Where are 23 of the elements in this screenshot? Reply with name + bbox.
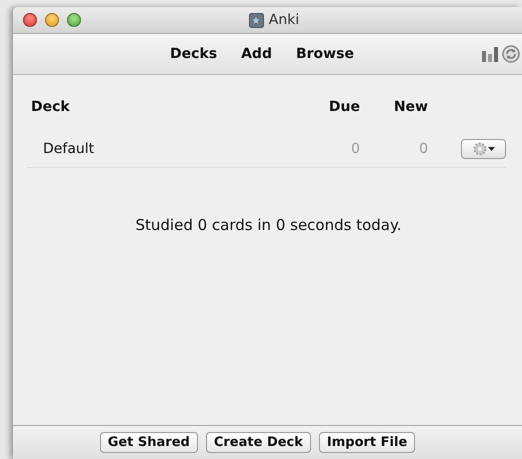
deck-options-button[interactable] (461, 139, 506, 159)
toolbar-link[interactable]: Browse (296, 46, 354, 62)
toolbar-link[interactable]: Add (241, 46, 272, 62)
close-button[interactable] (23, 13, 37, 27)
toolbar-link[interactable]: Decks (170, 46, 218, 62)
column-header: Due (328, 99, 361, 115)
footer-button[interactable]: Import File (318, 432, 416, 453)
gear-icon (472, 142, 486, 156)
app-icon (248, 12, 264, 28)
footer-button[interactable]: Get Shared (100, 432, 198, 453)
caret-icon (488, 147, 494, 151)
window-title: Anki (268, 12, 300, 28)
column-header: New (392, 99, 429, 115)
column-header: Deck (31, 99, 71, 115)
minimize-button[interactable] (45, 13, 59, 27)
footer-button[interactable]: Create Deck (206, 432, 311, 453)
deck-name[interactable]: Default (43, 141, 314, 157)
study-summary: Studied 0 cards in 0 seconds today. (134, 216, 402, 234)
bar-chart-icon[interactable] (481, 46, 499, 62)
zoom-button[interactable] (67, 13, 81, 27)
sync-icon[interactable] (502, 45, 520, 63)
due-count: 0 (350, 141, 361, 157)
new-count: 0 (418, 141, 429, 157)
